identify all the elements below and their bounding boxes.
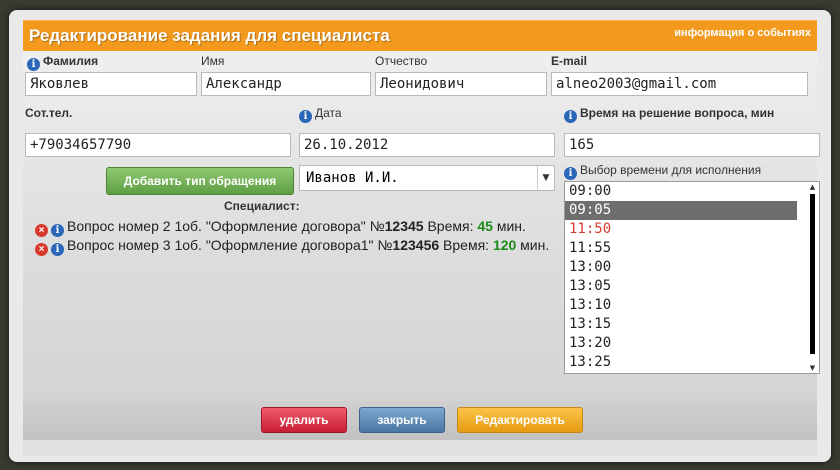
time-option[interactable]: 09:05 [565, 201, 797, 220]
time-listbox[interactable]: 09:00 09:05 11:50 11:55 13:00 13:05 13:10 13:15… [564, 181, 820, 374]
info-icon[interactable]: i [51, 243, 64, 256]
delete-icon[interactable]: × [35, 224, 48, 237]
edit-button[interactable]: Редактировать [457, 407, 583, 433]
chevron-down-icon[interactable]: ▼ [537, 166, 554, 190]
time-option[interactable]: 11:55 [565, 239, 797, 258]
time-option[interactable]: 13:15 [565, 315, 797, 334]
date-label: i Дата [299, 106, 342, 123]
listbox-scrollbar[interactable]: ▲ ▼ [806, 182, 819, 373]
close-button[interactable]: закрыть [359, 407, 445, 433]
dialog-title: Редактирование задания для специалиста [29, 26, 390, 45]
patronymic-label: Отчество [375, 54, 428, 68]
dialog-bottom [23, 440, 817, 456]
info-icon[interactable]: i [564, 110, 577, 123]
email-label: E-mail [551, 54, 588, 68]
specialist-label: Специалист: [224, 199, 300, 213]
task-item: × i Вопрос номер 3 1об. "Оформление догово… [35, 237, 555, 256]
time-option[interactable]: 13:25 [565, 353, 797, 372]
patronymic-input[interactable]: Леонидович [375, 72, 547, 96]
phone-label: Сот.тел. [25, 106, 73, 120]
delete-icon[interactable]: × [35, 243, 48, 256]
lastname-input[interactable]: Яковлев [25, 72, 197, 96]
dialog-footer: удалить закрыть Редактировать [23, 401, 817, 440]
time-option[interactable]: 13:10 [565, 296, 797, 315]
time-options: 09:00 09:05 11:50 11:55 13:00 13:05 13:10 13:15… [565, 182, 819, 372]
time-option[interactable]: 13:05 [565, 277, 797, 296]
scroll-down-icon[interactable]: ▼ [806, 363, 819, 373]
firstname-input[interactable]: Александр [201, 72, 371, 96]
time-option[interactable]: 13:00 [565, 258, 797, 277]
task-item: × i Вопрос номер 2 1об. "Оформление догово… [35, 218, 555, 237]
scroll-up-icon[interactable]: ▲ [806, 182, 819, 192]
date-input[interactable]: 26.10.2012 [299, 133, 555, 157]
phone-input[interactable]: +79034657790 [25, 133, 291, 157]
dialog-titlebar: Редактирование задания для специалиста и… [23, 20, 817, 52]
edit-task-dialog: Редактирование задания для специалиста и… [9, 10, 831, 462]
info-icon[interactable]: i [299, 110, 312, 123]
time-option[interactable]: 13:20 [565, 334, 797, 353]
time-option[interactable]: 11:50 [565, 220, 797, 239]
specialist-select[interactable]: Иванов И.И. ▼ [299, 165, 555, 191]
info-icon[interactable]: i [564, 167, 577, 180]
dialog-body: i Фамилия Имя Отчество E-mail Яковлев Але… [23, 51, 820, 401]
duration-input[interactable]: 165 [564, 133, 820, 157]
specialist-select-value: Иванов И.И. [306, 170, 399, 186]
delete-button[interactable]: удалить [261, 407, 347, 433]
lastname-label: i Фамилия [27, 54, 98, 71]
email-input[interactable]: alneo2003@gmail.com [551, 72, 808, 96]
duration-label: i Время на решение вопроса, мин [564, 106, 774, 123]
info-icon[interactable]: i [51, 224, 64, 237]
time-label: i Выбор времени для исполнения [564, 163, 761, 180]
add-request-type-button[interactable]: Добавить тип обращения [106, 167, 294, 195]
firstname-label: Имя [201, 54, 225, 68]
scrollbar-thumb[interactable] [810, 194, 815, 354]
time-option[interactable]: 09:00 [565, 182, 797, 201]
events-info-link[interactable]: информация о событиях [674, 27, 811, 39]
info-icon[interactable]: i [27, 58, 40, 71]
